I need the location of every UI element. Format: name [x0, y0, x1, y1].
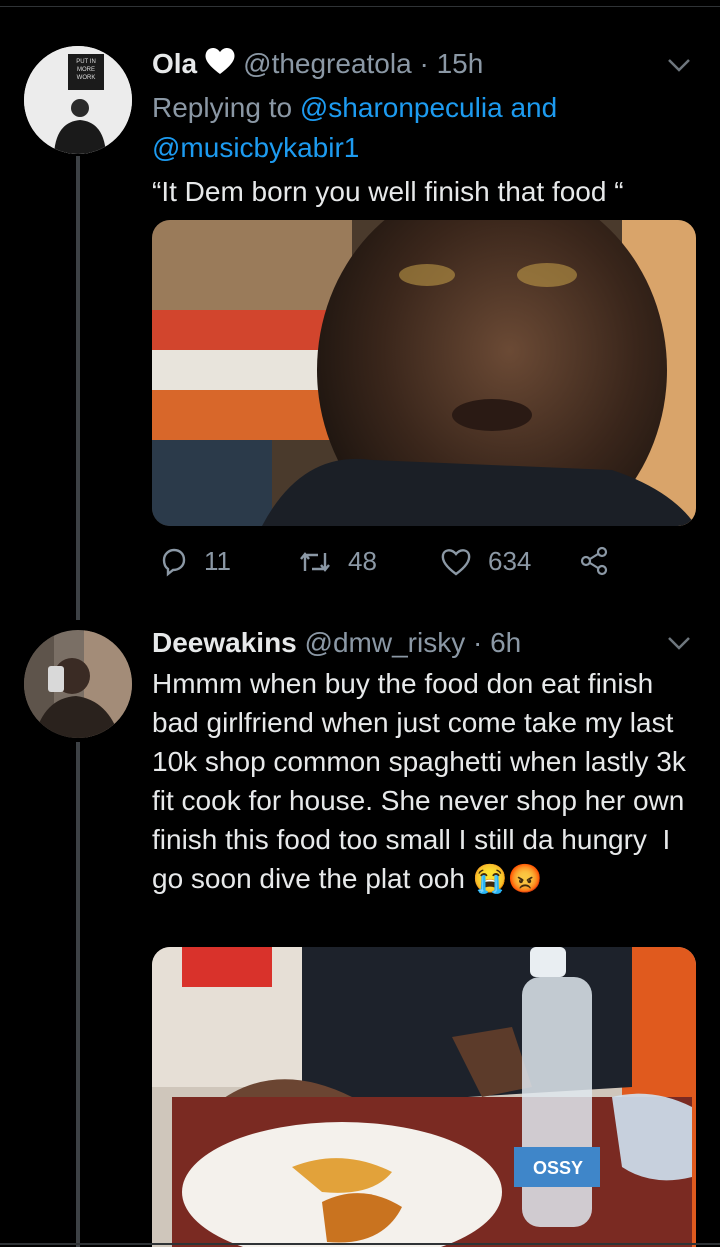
avatar-sign-line-3: WORK — [77, 75, 96, 81]
heart-badge-icon — [203, 46, 237, 84]
tweet-ola[interactable]: PUT IN MORE WORK Ola @thegreatola · 15h R… — [0, 0, 720, 620]
avatar[interactable]: PUT IN MORE WORK — [24, 46, 132, 154]
display-name[interactable]: Deewakins — [152, 627, 297, 658]
bottle-label: OSSY — [533, 1158, 583, 1178]
share-button[interactable] — [578, 546, 626, 576]
share-icon — [580, 546, 608, 576]
tweet-photo[interactable]: OSSY — [152, 947, 696, 1247]
tweet-content: Ola @thegreatola · 15h Replying to @sharo… — [152, 46, 696, 211]
tweet-header: Ola @thegreatola · 15h — [152, 46, 696, 84]
like-icon — [441, 548, 471, 575]
tweet-content: Deewakins @dmw_risky · 6h Hmmm when buy … — [152, 626, 696, 898]
tweet-actions: 11 48 634 — [152, 546, 632, 586]
emoji-crying-angry: 😭😡 — [472, 863, 543, 894]
mention-link[interactable]: @musicbykabir1 — [152, 132, 359, 163]
replying-label: Replying to — [152, 92, 293, 123]
dot-separator: · — [472, 627, 483, 658]
retweet-button[interactable]: 48 — [298, 546, 377, 577]
dot-separator: · — [419, 48, 429, 79]
retweet-icon — [300, 551, 330, 572]
like-count: 634 — [488, 546, 532, 576]
tweet-deewakins[interactable]: Deewakins @dmw_risky · 6h Hmmm when buy … — [0, 620, 720, 1247]
tweet-body: Hmmm when buy the food don eat finish ba… — [152, 668, 710, 894]
chevron-down-icon[interactable] — [666, 52, 692, 78]
mention-link[interactable]: @sharonpeculia — [300, 92, 503, 123]
reply-icon — [162, 548, 186, 576]
timestamp[interactable]: 15h — [437, 48, 484, 79]
reply-count: 11 — [204, 546, 231, 576]
and-word: and — [510, 92, 558, 123]
tweet-text: “It Dem born you well finish that food “ — [152, 176, 624, 207]
timestamp[interactable]: 6h — [490, 627, 521, 658]
handle[interactable]: @thegreatola — [243, 48, 412, 79]
retweet-count: 48 — [348, 546, 377, 576]
tweet-photo[interactable] — [152, 220, 696, 526]
avatar-sign-line-2: MORE — [77, 67, 95, 73]
thread-line — [76, 156, 80, 620]
reply-button[interactable]: 11 — [158, 546, 231, 577]
avatar-sign-line-1: PUT IN — [76, 59, 96, 65]
handle[interactable]: @dmw_risky — [305, 627, 466, 658]
chevron-down-icon[interactable] — [666, 630, 692, 656]
display-name[interactable]: Ola — [152, 48, 197, 79]
thread-line — [76, 742, 80, 1247]
like-button[interactable]: 634 — [440, 546, 531, 577]
bottom-divider — [0, 1243, 720, 1245]
avatar[interactable] — [24, 630, 132, 738]
replying-to: Replying to @sharonpeculia and @musicbyk… — [152, 88, 696, 168]
tweet-text: Hmmm when buy the food don eat finish ba… — [152, 664, 698, 898]
tweet-header: Deewakins @dmw_risky · 6h — [152, 626, 696, 660]
